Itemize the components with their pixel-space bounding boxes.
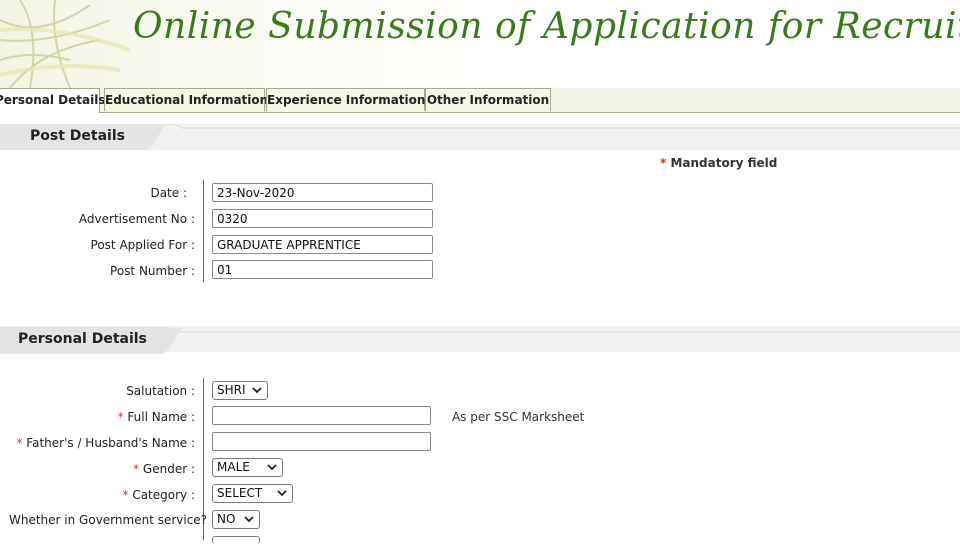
post-number-label: Post Number : [110, 264, 195, 278]
required-marker: * [117, 410, 124, 424]
salutation-label: Salutation : [126, 384, 195, 398]
govt-service-value: NO [217, 512, 236, 526]
advertisement-no-field[interactable] [212, 209, 433, 228]
gender-value: MALE [217, 460, 250, 474]
chevron-down-icon [267, 464, 277, 471]
personal-details-header: Personal Details [0, 326, 960, 354]
section-title: Personal Details [18, 331, 147, 347]
father-name-field[interactable] [212, 432, 431, 451]
form-divider [203, 180, 204, 282]
category-label-text: Category : [132, 488, 195, 502]
tab-experience-information[interactable]: Experience Information [266, 88, 425, 111]
required-marker: * [660, 156, 667, 170]
salutation-select[interactable]: SHRI [212, 381, 268, 400]
tab-educational-information[interactable]: Educational Information [104, 88, 268, 111]
tab-bar: Personal Details Educational Information… [0, 88, 960, 113]
floral-decoration-icon [0, 0, 131, 88]
post-applied-field[interactable] [212, 235, 433, 254]
full-name-label: * Full Name : [118, 410, 195, 424]
category-value: SELECT [217, 486, 263, 500]
mandatory-field-note: * Mandatory field [660, 156, 777, 170]
govt-service-label: Whether in Government service? [9, 513, 208, 527]
category-select[interactable]: SELECT [212, 484, 293, 503]
tab-personal-details[interactable]: Personal Details [0, 88, 105, 113]
page-title: Online Submission of Application for Rec… [133, 6, 960, 47]
chevron-down-icon [252, 387, 262, 394]
post-number-field[interactable] [212, 260, 433, 279]
full-name-hint: As per SSC Marksheet [452, 410, 585, 424]
next-field-partial[interactable] [212, 536, 260, 544]
tab-other-information[interactable]: Other Information [425, 88, 551, 111]
required-marker: * [16, 436, 23, 450]
header-banner: Online Submission of Application for Rec… [0, 0, 960, 88]
required-marker: * [122, 488, 129, 502]
gender-select[interactable]: MALE [212, 458, 283, 477]
date-field[interactable] [212, 183, 433, 202]
advertisement-no-label: Advertisement No : [78, 212, 195, 226]
salutation-value: SHRI [217, 383, 246, 397]
govt-service-select[interactable]: NO [212, 510, 260, 529]
mandatory-field-text: Mandatory field [670, 156, 778, 170]
father-name-label-text: Father's / Husband's Name : [26, 436, 195, 450]
chevron-down-icon [277, 490, 287, 497]
full-name-label-text: Full Name : [127, 410, 195, 424]
section-tab-shape [0, 124, 960, 150]
section-title: Post Details [30, 128, 125, 144]
post-applied-label: Post Applied For : [90, 238, 195, 252]
post-details-header: Post Details [0, 124, 960, 150]
required-marker: * [133, 462, 140, 476]
gender-label: * Gender : [133, 462, 195, 476]
category-label: * Category : [123, 488, 196, 502]
full-name-field[interactable] [212, 406, 431, 425]
father-name-label: * Father's / Husband's Name : [16, 436, 195, 450]
gender-label-text: Gender : [142, 462, 195, 476]
chevron-down-icon [244, 516, 254, 523]
date-label: Date : [150, 186, 187, 200]
